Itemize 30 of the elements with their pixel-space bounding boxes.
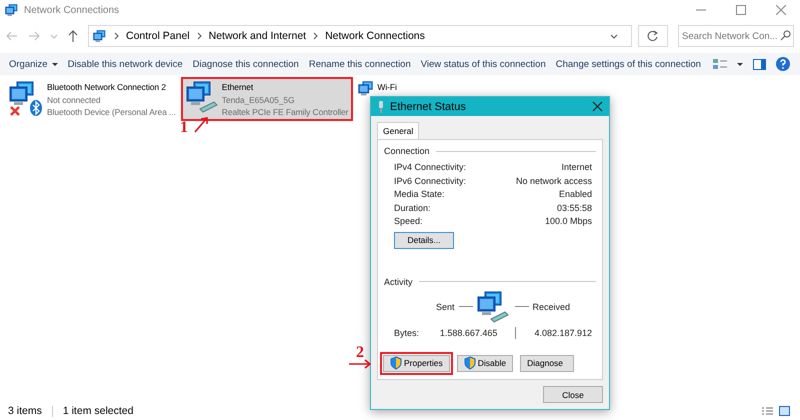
group-heading: Activity [384, 276, 413, 287]
field-label: IPv4 Connectivity: [394, 162, 466, 172]
field-value: Internet [561, 162, 592, 172]
field-value: 03:55:58 [556, 202, 592, 213]
connection-status: Not connected [47, 94, 102, 106]
sent-label: Sent [436, 302, 455, 312]
connection-name: Bluetooth Network Connection 2 [47, 81, 167, 94]
connection-name: Wi-Fi [377, 81, 397, 94]
connection-device: Realtek PCIe FE Family Controller [222, 106, 348, 118]
dialog-title: Ethernet Status [390, 100, 467, 113]
bytes-label: Bytes: [394, 328, 420, 338]
field-value: Enabled [558, 189, 592, 200]
window-title: Network Connections [24, 4, 120, 16]
received-label: Received [532, 302, 570, 312]
connection-device: Bluetooth Device (Personal Area ... [47, 106, 176, 118]
field-value: 100.0 Mbps [544, 216, 592, 226]
sent-bytes: 1.588.667.465 [438, 328, 498, 338]
field-label: Media State: [394, 189, 445, 200]
field-label: IPv6 Connectivity: [394, 176, 466, 186]
item-count: 3 items [8, 405, 42, 417]
selection-count: 1 item selected [62, 405, 134, 417]
received-bytes: 4.082.187.912 [534, 328, 592, 338]
connection-name: Ethernet [222, 81, 254, 94]
field-label: Duration: [394, 202, 431, 213]
field-label: Speed: [394, 216, 423, 226]
connection-status: Tenda_E65A05_5G [222, 94, 296, 106]
group-heading: Connection [384, 146, 430, 156]
step-number: 2 [356, 344, 364, 362]
step-number: 1 [180, 119, 188, 137]
field-value: No network access [516, 176, 592, 186]
